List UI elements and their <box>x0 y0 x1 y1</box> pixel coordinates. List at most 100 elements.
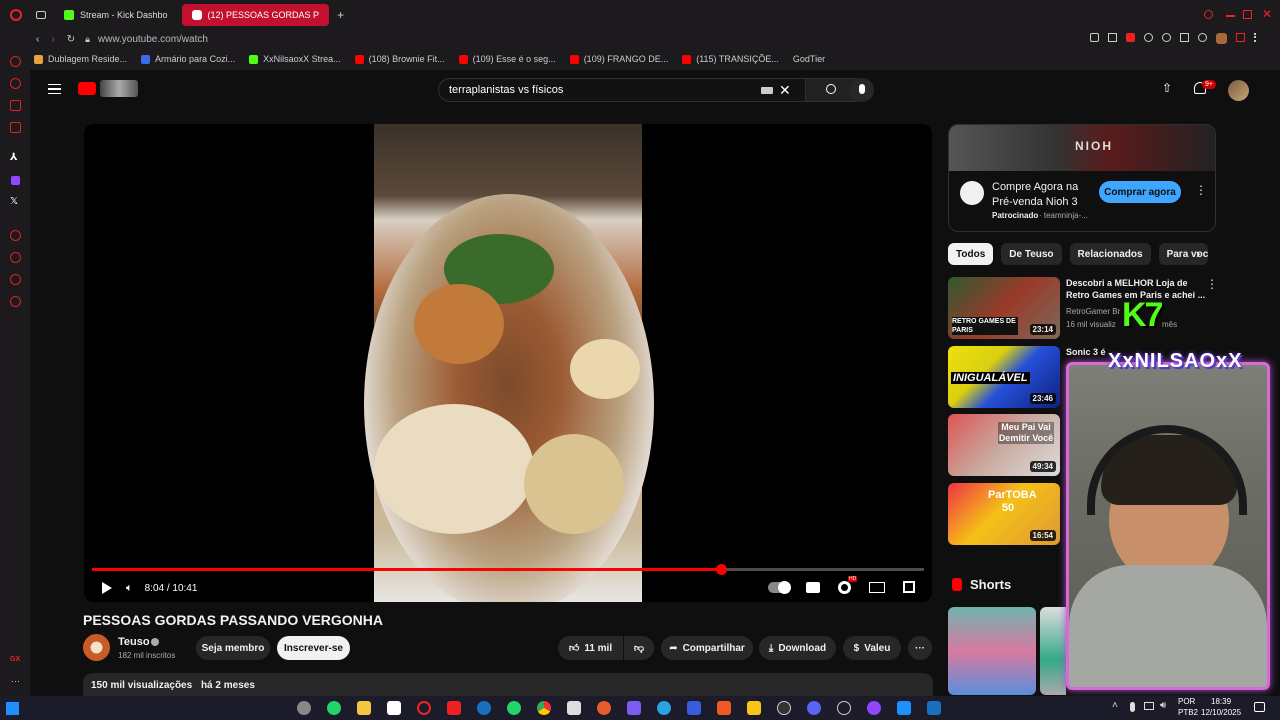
new-tab-button[interactable]: + <box>337 8 344 22</box>
twitch-icon[interactable] <box>11 176 20 185</box>
recommendation-item[interactable]: RETRO GAMES DE PARIS 23:14 Descobri a ME… <box>948 277 1248 339</box>
chip-all[interactable]: Todos <box>948 243 994 265</box>
search-box[interactable]: terraplanistas vs físicos ✕ <box>438 78 866 102</box>
basketball-app-icon[interactable] <box>597 701 611 715</box>
dislike-button[interactable]: 👎︎ <box>624 636 654 660</box>
bookmark-item[interactable]: (109) FRANGO DE... <box>569 54 668 64</box>
url-field[interactable]: www.youtube.com/watch <box>98 34 208 45</box>
keyboard-icon[interactable] <box>761 87 773 94</box>
volume-icon[interactable]: 🔈︎ <box>126 582 133 595</box>
join-button[interactable]: Seja membro <box>196 636 270 660</box>
x-icon[interactable]: 𝕏 <box>10 196 18 207</box>
download-button[interactable]: ⤓ Download <box>759 636 836 660</box>
bookmark-item[interactable]: GodTier <box>793 54 825 64</box>
forward-icon[interactable]: › <box>51 34 54 45</box>
play-icon[interactable] <box>102 582 112 594</box>
settings-app-icon[interactable] <box>297 701 311 715</box>
chip-from-channel[interactable]: De Teuso <box>1001 243 1062 265</box>
autoplay-toggle[interactable] <box>768 581 791 594</box>
clock-date[interactable]: 12/10/2025 <box>1201 708 1241 717</box>
short-item[interactable] <box>1040 607 1066 695</box>
aria-icon[interactable] <box>10 56 21 67</box>
clear-search-icon[interactable]: ✕ <box>779 82 791 99</box>
tab-overview-icon[interactable] <box>36 11 46 19</box>
theater-mode-icon[interactable] <box>869 582 885 593</box>
windows-start-icon[interactable] <box>6 701 19 715</box>
twitch-app-icon[interactable] <box>867 701 881 715</box>
channel-name[interactable]: Teuso <box>118 636 150 648</box>
language-indicator[interactable]: POR <box>1178 697 1195 706</box>
brave-app-icon[interactable] <box>717 701 731 715</box>
thumbnail[interactable]: RETRO GAMES DE PARIS 23:14 <box>948 277 1060 339</box>
channel-name[interactable]: RetroGamer Br <box>1066 307 1120 316</box>
fullscreen-icon[interactable] <box>903 581 915 593</box>
chips-next-icon[interactable]: › <box>1196 246 1200 261</box>
minimize-icon[interactable] <box>1226 15 1235 17</box>
tab-youtube-video[interactable]: (12) PESSOAS GORDAS P <box>181 4 330 26</box>
subtitles-icon[interactable] <box>806 582 820 593</box>
more-icon[interactable]: ··· <box>11 676 20 686</box>
file-explorer-icon[interactable] <box>357 701 371 715</box>
mail-icon[interactable] <box>10 122 21 133</box>
chrome-app-icon[interactable] <box>537 701 551 715</box>
thumbnail[interactable]: Meu Pai Vai Demitir Você 49:34 <box>948 414 1060 476</box>
menu-icon[interactable] <box>48 84 61 94</box>
reload-icon[interactable]: ↻ <box>67 34 75 45</box>
video-menu-icon[interactable]: ⋮ <box>1206 277 1218 291</box>
upload-icon[interactable]: ⇧ <box>1162 81 1172 95</box>
display-tray-icon[interactable] <box>1144 702 1154 710</box>
steam-app-icon[interactable] <box>477 701 491 715</box>
video-progress-bar[interactable] <box>92 564 924 575</box>
more-actions-button[interactable]: ··· <box>908 636 932 660</box>
settings-icon[interactable] <box>10 296 21 307</box>
tray-chevron-icon[interactable]: ˄ <box>1112 700 1118 711</box>
thumbnail[interactable]: INIGUALÁVEL 23:46 <box>948 346 1060 408</box>
ad-cta-button[interactable]: Comprar agora <box>1099 181 1181 203</box>
maximize-icon[interactable] <box>1243 10 1252 19</box>
youtube-logo-icon[interactable] <box>78 82 96 95</box>
chat-icon[interactable] <box>10 100 21 111</box>
subscribe-button[interactable]: Inscrever-se <box>277 636 350 660</box>
clock-app-icon[interactable] <box>837 701 851 715</box>
vpn-app-icon[interactable] <box>687 701 701 715</box>
vscode-app-icon[interactable] <box>897 701 911 715</box>
bookmark-item[interactable]: (108) Brownie Fit... <box>354 54 445 64</box>
gx-icon[interactable]: GX <box>10 656 20 663</box>
extensions-icons[interactable] <box>1090 33 1270 45</box>
rockstar-app-icon[interactable] <box>747 701 761 715</box>
sponsored-ad[interactable]: NIOH Compre Agora na Pré-venda Nioh 3 Pa… <box>948 124 1216 232</box>
kick-sidebar-icon[interactable]: ⅄ <box>10 152 18 163</box>
store-app-icon[interactable] <box>387 701 401 715</box>
channel-avatar[interactable] <box>83 634 110 661</box>
video-player[interactable]: 🔈︎ 8:04 / 10:41 HD <box>84 124 932 602</box>
notification-center-icon[interactable] <box>1254 702 1265 712</box>
chip-related[interactable]: Relacionados <box>1069 243 1151 265</box>
short-item[interactable] <box>948 607 1036 695</box>
close-icon[interactable]: ✕ <box>1262 7 1272 21</box>
settings-icon[interactable] <box>838 581 851 594</box>
streaming-app-icon[interactable] <box>447 701 461 715</box>
bookmark-item[interactable]: (115) TRANSIÇÕE... <box>682 54 779 64</box>
chip-for-you[interactable]: Para você <box>1158 243 1208 265</box>
game-app-icon[interactable] <box>567 701 581 715</box>
history-icon[interactable] <box>10 252 21 263</box>
whatsapp-app-icon[interactable] <box>327 701 341 715</box>
opera-logo-icon[interactable] <box>10 9 22 21</box>
bookmark-item[interactable]: XxNilsaoxX Strea... <box>249 54 341 64</box>
notes-app-icon[interactable] <box>627 701 641 715</box>
messenger-icon[interactable] <box>10 78 21 89</box>
ad-menu-icon[interactable]: ⋮ <box>1195 183 1207 197</box>
opera-gx-app-icon[interactable] <box>417 701 431 715</box>
obs-app-icon[interactable] <box>777 701 791 715</box>
share-button[interactable]: ➦ Compartilhar <box>661 636 753 660</box>
thanks-button[interactable]: $ Valeu <box>843 636 901 660</box>
bookmark-item[interactable]: (109) Esse é o seg... <box>458 54 556 64</box>
play-icon[interactable] <box>10 230 21 241</box>
bookmark-item[interactable]: Armário para Cozi... <box>141 54 235 64</box>
back-icon[interactable]: ‹ <box>36 34 39 45</box>
thumbnail[interactable]: ParTOBA 50 16:54 <box>948 483 1060 545</box>
extensions-icon[interactable] <box>10 274 21 285</box>
discord-app-icon[interactable] <box>807 701 821 715</box>
telegram-app-icon[interactable] <box>657 701 671 715</box>
keyboard-layout[interactable]: PTB2 <box>1178 708 1198 717</box>
